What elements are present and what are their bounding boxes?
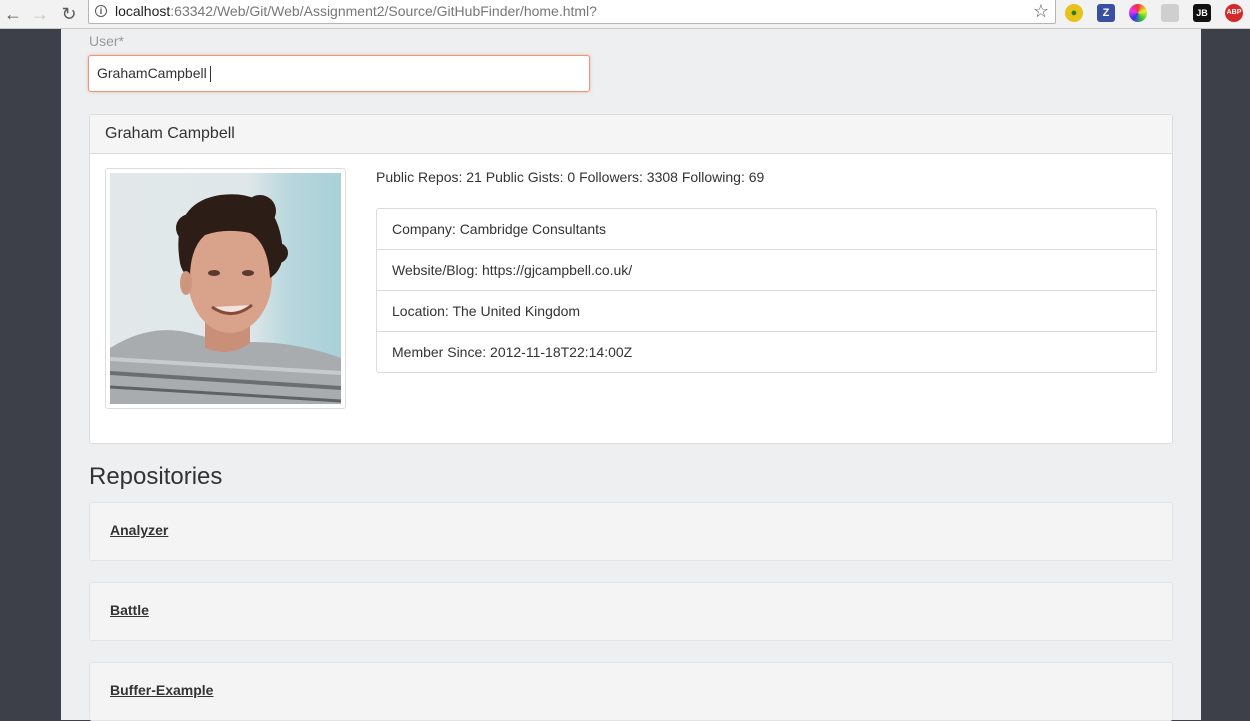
bookmark-star-icon[interactable]: ☆ [1033,1,1049,22]
browser-toolbar: ← → ↻ i localhost:63342/Web/Git/Web/Assi… [0,0,1250,29]
repo-link[interactable]: Battle [110,602,149,618]
repo-link[interactable]: Analyzer [110,522,168,538]
extension-abp-icon[interactable]: ABP [1225,4,1243,22]
repo-card: Analyzer [89,502,1173,561]
repo-card: Battle [89,582,1173,641]
avatar [110,173,341,404]
extension-color-wheel-icon[interactable] [1129,4,1147,22]
page-container: User* GrahamCampbell Graham Campbell Pub… [61,29,1201,721]
detail-member-since: Member Since: 2012-11-18T22:14:00Z [392,344,633,360]
user-label: User* [89,33,125,49]
extension-jb-icon[interactable]: JB [1193,4,1211,22]
profile-panel: Graham Campbell Public Repos: 21 Public … [89,114,1173,444]
user-search-input[interactable]: GrahamCampbell [88,55,590,92]
repo-card: Buffer-Example [89,662,1173,721]
reload-icon[interactable]: ↻ [58,3,80,25]
profile-details-list: Company: Cambridge Consultants Website/B… [376,208,1157,373]
url-text: localhost:63342/Web/Git/Web/Assignment2/… [115,3,597,19]
profile-stats: Public Repos: 21 Public Gists: 0 Followe… [376,169,765,185]
extension-z-icon[interactable]: Z [1097,4,1115,22]
info-icon[interactable]: i [95,5,107,17]
profile-name: Graham Campbell [90,115,1172,154]
avatar-frame [105,168,346,409]
address-bar[interactable]: i localhost:63342/Web/Git/Web/Assignment… [88,0,1056,24]
detail-company: Company: Cambridge Consultants [377,209,1156,250]
back-arrow-icon[interactable]: ← [2,3,24,25]
detail-website: Website/Blog: https://gjcampbell.co.uk/ [377,250,1156,291]
detail-location: Location: The United Kingdom [377,291,1156,332]
repositories-heading: Repositories [89,463,223,490]
repo-link[interactable]: Buffer-Example [110,682,213,698]
extension-pdf-icon[interactable] [1161,4,1179,22]
extension-green-arrow-icon[interactable]: ● [1065,4,1083,22]
text-caret [209,66,211,83]
forward-arrow-icon[interactable]: → [29,3,51,25]
